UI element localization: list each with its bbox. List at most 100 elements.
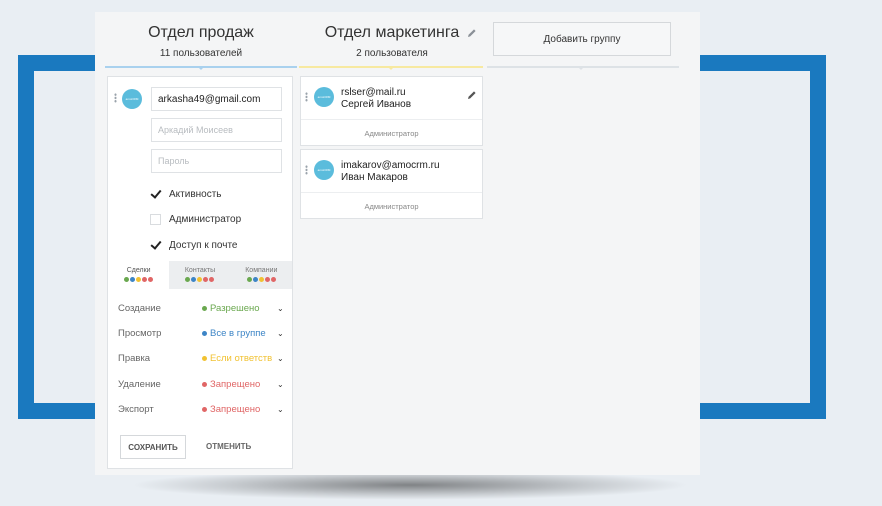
color-dot	[148, 277, 154, 282]
checkbox-checked-icon[interactable]	[150, 189, 161, 200]
color-dot	[185, 277, 191, 282]
color-dot	[270, 277, 276, 282]
password-field[interactable]: Пароль	[151, 149, 282, 173]
color-dot	[246, 277, 252, 282]
drag-handle-icon[interactable]	[114, 93, 117, 103]
permission-label: Экспорт	[118, 404, 154, 415]
color-dot	[209, 277, 215, 282]
checkbox-label: Активность	[169, 189, 222, 200]
permission-value: Если ответств	[210, 353, 273, 364]
group-title: Отдел продаж	[148, 24, 254, 41]
group-notch	[577, 66, 585, 70]
name-field[interactable]: Аркадий Моисеев	[151, 118, 282, 142]
permission-select[interactable]: Разрешено	[202, 303, 274, 314]
color-dot	[203, 277, 209, 282]
user-name: Сергей Иванов	[341, 99, 412, 110]
tab-companies[interactable]: Компании	[230, 261, 292, 289]
permission-row-delete: Удаление Запрещено ⌄	[118, 379, 286, 390]
color-dot	[264, 277, 270, 282]
cancel-button[interactable]: ОТМЕНИТЬ	[206, 442, 251, 451]
divider	[301, 192, 482, 193]
permission-value: Запрещено	[210, 379, 261, 390]
permission-row-edit: Правка Если ответств ⌄	[118, 353, 286, 364]
chevron-down-icon[interactable]: ⌄	[277, 405, 284, 414]
divider	[301, 119, 482, 120]
checkbox-checked-icon[interactable]	[150, 240, 161, 251]
user-avatar: amoCRM	[314, 160, 334, 180]
permission-label: Удаление	[118, 379, 161, 390]
avatar-logo-text: amoCRM	[125, 97, 139, 101]
permission-label: Создание	[118, 303, 161, 314]
tab-label: Контакты	[184, 267, 216, 274]
chevron-down-icon[interactable]: ⌄	[277, 304, 284, 313]
user-card[interactable]: amoCRM rslser@mail.ru Сергей Иванов Адми…	[300, 76, 483, 146]
checkbox-unchecked-icon[interactable]	[150, 214, 161, 225]
user-edit-card: amoCRM arkasha49@gmail.com Аркадий Моисе…	[107, 76, 293, 469]
email-field[interactable]: arkasha49@gmail.com	[151, 87, 282, 111]
drag-handle-icon[interactable]	[305, 92, 308, 102]
status-dot	[202, 356, 207, 361]
group-header-sales[interactable]: Отдел продаж 11 пользователей	[135, 24, 267, 59]
permission-select[interactable]: Запрещено	[202, 404, 274, 415]
permission-value: Запрещено	[210, 404, 261, 415]
chevron-down-icon[interactable]: ⌄	[277, 380, 284, 389]
tab-label: Компании	[245, 267, 278, 274]
group-notch	[197, 66, 205, 70]
color-dot	[258, 277, 264, 282]
color-dot	[252, 277, 258, 282]
tab-color-dots	[169, 277, 230, 282]
group-user-count: 11 пользователей	[159, 48, 243, 59]
color-dot	[124, 277, 130, 282]
user-email: rslser@mail.ru	[341, 87, 406, 98]
tab-label: Сделки	[126, 267, 151, 274]
checkbox-mail-access[interactable]: Доступ к почте	[150, 240, 237, 251]
group-title: Отдел маркетинга	[324, 24, 460, 41]
color-dot	[142, 277, 148, 282]
user-name: Иван Макаров	[341, 172, 408, 183]
checkbox-active[interactable]: Активность	[150, 189, 222, 200]
group-user-count: 2 пользователя	[356, 48, 428, 59]
permission-select[interactable]: Если ответств	[202, 353, 274, 364]
group-header-marketing[interactable]: Отдел маркетинга 2 пользователя	[317, 24, 467, 59]
edit-group-pencil-icon[interactable]	[467, 28, 477, 38]
checkbox-admin[interactable]: Администратор	[150, 214, 241, 225]
color-dot	[197, 277, 203, 282]
status-dot	[202, 306, 207, 311]
permission-label: Просмотр	[118, 328, 162, 339]
tab-color-dots	[108, 277, 169, 282]
tab-deals[interactable]: Сделки	[108, 261, 170, 289]
avatar-logo-text: amoCRM	[317, 95, 331, 99]
color-dot	[136, 277, 142, 282]
status-dot	[202, 407, 207, 412]
drag-handle-icon[interactable]	[305, 165, 308, 175]
user-role: Администратор	[364, 129, 419, 138]
chevron-down-icon[interactable]: ⌄	[277, 329, 284, 338]
checkbox-label: Администратор	[169, 214, 242, 225]
permission-value: Разрешено	[210, 303, 260, 314]
user-card[interactable]: amoCRM imakarov@amocrm.ru Иван Макаров А…	[300, 149, 483, 219]
users-board: Отдел продаж 11 пользователей Отдел марк…	[95, 12, 700, 475]
checkbox-label: Доступ к почте	[169, 240, 238, 251]
tab-color-dots	[231, 277, 292, 282]
permission-row-create: Создание Разрешено ⌄	[118, 303, 286, 314]
group-notch	[387, 66, 395, 70]
permission-select[interactable]: Запрещено	[202, 379, 274, 390]
permission-value: Все в группе	[210, 328, 266, 339]
user-role: Администратор	[364, 202, 419, 211]
user-avatar: amoCRM	[314, 87, 334, 107]
permission-row-export: Экспорт Запрещено ⌄	[118, 404, 286, 415]
status-dot	[202, 331, 207, 336]
save-button[interactable]: СОХРАНИТЬ	[120, 435, 186, 459]
permission-row-view: Просмотр Все в группе ⌄	[118, 328, 286, 339]
color-dot	[130, 277, 136, 282]
tab-contacts[interactable]: Контакты	[169, 261, 231, 289]
edit-user-pencil-icon[interactable]	[467, 90, 477, 100]
color-dot	[191, 277, 197, 282]
user-avatar: amoCRM	[122, 89, 142, 109]
chevron-down-icon[interactable]: ⌄	[277, 354, 284, 363]
avatar-logo-text: amoCRM	[317, 168, 331, 172]
permission-select[interactable]: Все в группе	[202, 328, 274, 339]
entity-tabs: Сделки Контакты Компании	[108, 261, 292, 289]
status-dot	[202, 382, 207, 387]
add-group-button[interactable]: Добавить группу	[493, 22, 671, 56]
